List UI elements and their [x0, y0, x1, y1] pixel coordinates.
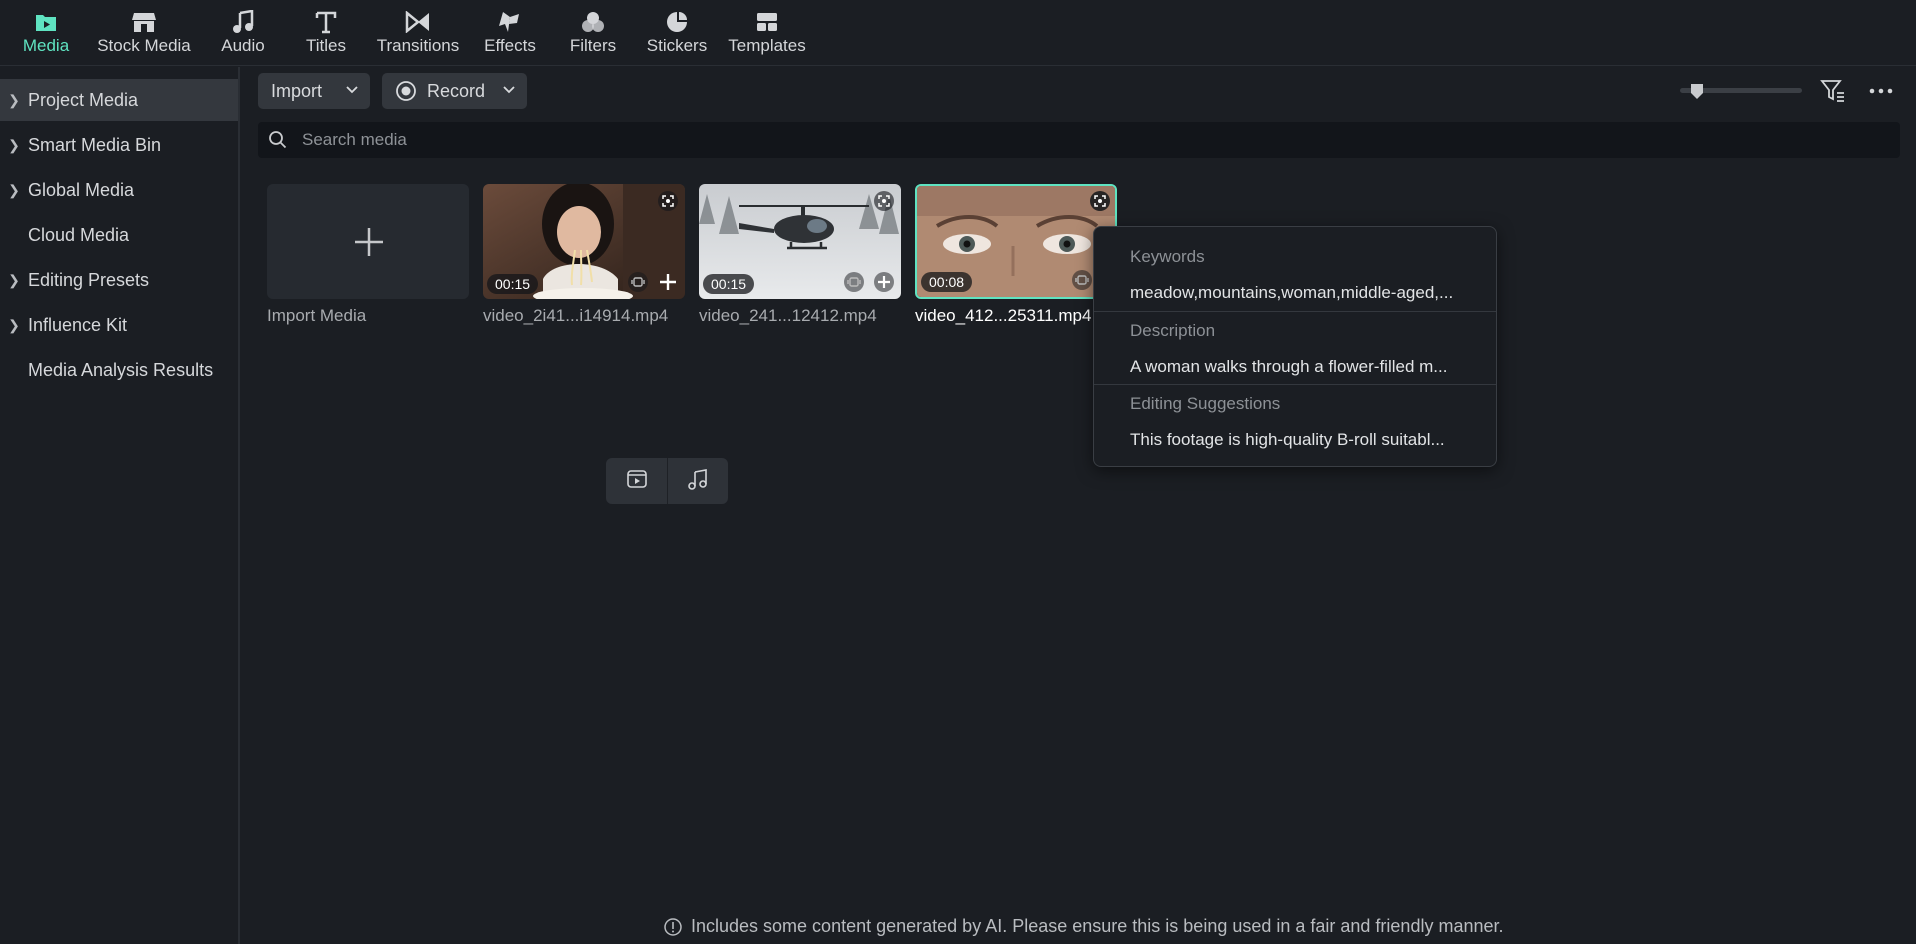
chevron-right-icon: ❯: [8, 316, 20, 333]
chevron-down-icon: [346, 82, 358, 103]
sidebar-item-influence-kit[interactable]: ❯ Influence Kit: [0, 304, 238, 346]
tab-stock-media[interactable]: Stock Media: [94, 8, 194, 60]
media-type-toolbar: [606, 458, 728, 504]
sidebar: ❯ Project Media ❯ Smart Media Bin ❯ Glob…: [0, 67, 240, 944]
media-name: video_241...12412.mp4: [699, 306, 877, 325]
sidebar-item-label: Cloud Media: [28, 224, 130, 245]
tab-label: Filters: [569, 36, 617, 55]
tab-label: Stickers: [646, 36, 708, 55]
divider: [1094, 311, 1496, 312]
tab-stickers[interactable]: Stickers: [644, 8, 710, 60]
record-label: Record: [427, 80, 486, 101]
tab-label: Audio: [221, 36, 265, 55]
editing-suggestions-heading: Editing Suggestions: [1130, 394, 1281, 413]
templates-icon: [753, 8, 781, 36]
info-icon: [663, 917, 683, 937]
sidebar-item-cloud-media[interactable]: Cloud Media: [0, 214, 238, 256]
transition-icon: [404, 8, 432, 36]
media-thumbnail[interactable]: 00:15: [483, 184, 685, 299]
top-toolbar: Media Stock Media Audio Titles Transitio…: [0, 0, 1916, 66]
filters-icon: [579, 8, 607, 36]
ai-analyze-icon[interactable]: [657, 190, 679, 212]
search-icon: [268, 130, 288, 150]
search-bar[interactable]: Search media: [258, 122, 1900, 158]
sidebar-item-smart-media-bin[interactable]: ❯ Smart Media Bin: [0, 124, 238, 166]
tab-label: Titles: [306, 36, 346, 55]
record-icon: [395, 80, 417, 102]
notice-text: Includes some content generated by AI. P…: [691, 916, 1504, 936]
video-icon: [625, 467, 649, 496]
music-note-icon: [229, 8, 257, 36]
ai-content-notice: Includes some content generated by AI. P…: [663, 916, 1504, 937]
tab-media[interactable]: Media: [20, 8, 72, 60]
sidebar-item-label: Editing Presets: [28, 269, 150, 290]
duration-badge: 00:08: [921, 272, 973, 292]
tab-filters[interactable]: Filters: [568, 8, 618, 60]
filter-icon[interactable]: [1820, 78, 1846, 104]
sidebar-item-editing-presets[interactable]: ❯ Editing Presets: [0, 259, 238, 301]
add-to-timeline-icon[interactable]: [873, 271, 895, 293]
divider: [1094, 384, 1496, 385]
tab-templates[interactable]: Templates: [726, 8, 808, 60]
description-heading: Description: [1130, 321, 1216, 340]
tab-label: Transitions: [376, 36, 460, 55]
sidebar-item-project-media[interactable]: ❯ Project Media: [0, 79, 238, 121]
tab-label: Media: [22, 36, 70, 55]
media-thumbnail[interactable]: 00:15: [699, 184, 901, 299]
tab-label: Effects: [484, 36, 536, 55]
duration-badge: 00:15: [703, 274, 755, 294]
tab-transitions[interactable]: Transitions: [374, 8, 462, 60]
tab-effects[interactable]: Effects: [482, 8, 538, 60]
effects-icon: [496, 8, 524, 36]
duration-badge: 00:15: [487, 274, 539, 294]
sidebar-item-media-analysis-results[interactable]: Media Analysis Results: [0, 349, 238, 391]
import-media-label: Import Media: [267, 306, 367, 325]
search-input[interactable]: Search media: [302, 130, 407, 150]
media-icon: [32, 8, 60, 36]
ai-analyze-icon[interactable]: [1089, 190, 1111, 212]
sidebar-item-label: Global Media: [28, 179, 135, 200]
chevron-down-icon: [503, 82, 515, 103]
ai-analyze-icon[interactable]: [873, 190, 895, 212]
sidebar-item-label: Smart Media Bin: [28, 134, 162, 155]
sidebar-item-label: Project Media: [28, 89, 139, 110]
text-icon: [312, 8, 340, 36]
tab-label: Templates: [728, 36, 806, 55]
import-media-tile[interactable]: [267, 184, 469, 299]
music-note-icon: [686, 467, 710, 496]
store-icon: [130, 8, 158, 36]
chevron-right-icon: ❯: [8, 136, 20, 153]
sticker-icon: [663, 8, 691, 36]
chevron-right-icon: ❯: [8, 181, 20, 198]
chevron-right-icon: ❯: [8, 271, 20, 288]
record-button[interactable]: Record: [382, 73, 527, 109]
import-label: Import: [271, 80, 323, 101]
description-value[interactable]: A woman walks through a flower-filled m.…: [1130, 357, 1490, 377]
media-analysis-popup: Keywords meadow,mountains,woman,middle-a…: [1093, 226, 1497, 467]
plus-icon: [353, 226, 385, 263]
sidebar-item-global-media[interactable]: ❯ Global Media: [0, 169, 238, 211]
audio-detach-icon[interactable]: [1071, 269, 1093, 291]
keywords-heading: Keywords: [1130, 247, 1205, 266]
media-name: video_2i41...i14914.mp4: [483, 306, 669, 325]
tab-audio[interactable]: Audio: [216, 8, 270, 60]
media-thumbnail-selected[interactable]: 00:08: [915, 184, 1117, 299]
zoom-slider-thumb[interactable]: [1688, 82, 1706, 100]
audio-detach-icon[interactable]: [627, 271, 649, 293]
video-filter-button[interactable]: [606, 458, 667, 504]
import-button[interactable]: Import: [258, 73, 370, 109]
more-options-icon[interactable]: [1868, 82, 1894, 100]
media-name: video_412...25311.mp4: [915, 306, 1092, 325]
audio-filter-button[interactable]: [667, 458, 728, 504]
keywords-value[interactable]: meadow,mountains,woman,middle-aged,...: [1130, 283, 1490, 303]
chevron-right-icon: ❯: [8, 91, 20, 108]
editing-suggestions-value[interactable]: This footage is high-quality B-roll suit…: [1130, 430, 1490, 450]
sidebar-item-label: Media Analysis Results: [28, 359, 214, 380]
sidebar-item-label: Influence Kit: [28, 314, 128, 335]
tab-titles[interactable]: Titles: [300, 8, 352, 60]
audio-detach-icon[interactable]: [843, 271, 865, 293]
add-to-timeline-icon[interactable]: [657, 271, 679, 293]
tab-label: Stock Media: [97, 36, 191, 55]
